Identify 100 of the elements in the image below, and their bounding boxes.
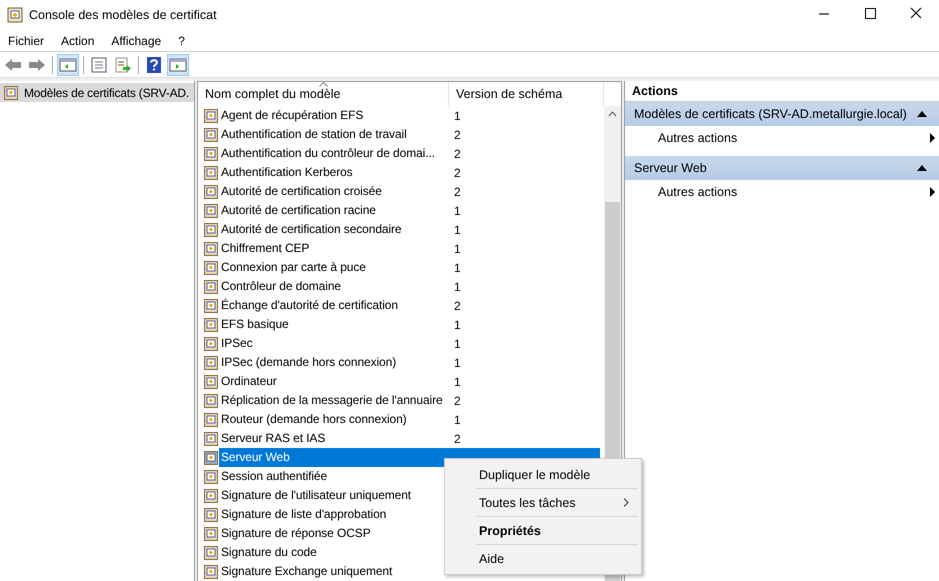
table-row[interactable]: Serveur RAS et IAS 2 bbox=[198, 429, 604, 448]
pane-toggle-icon[interactable] bbox=[57, 54, 79, 76]
certificate-icon bbox=[204, 242, 218, 256]
certificate-icon bbox=[204, 298, 218, 312]
tree-item[interactable]: Modèles de certificats (SRV-AD. bbox=[0, 83, 194, 102]
action-item[interactable]: Autres actions bbox=[625, 180, 939, 204]
certificate-icon bbox=[204, 508, 218, 522]
context-menu-item[interactable]: Toutes les tâches bbox=[445, 489, 641, 516]
menu-item[interactable]: Fichier bbox=[8, 34, 44, 48]
table-row[interactable]: Authentification du contrôleur de domai... 2 bbox=[198, 144, 604, 163]
collapse-icon[interactable] bbox=[917, 165, 927, 171]
table-row[interactable]: Chiffrement CEP 1 bbox=[198, 239, 604, 258]
table-row[interactable]: Autorité de certification secondaire 1 bbox=[198, 220, 604, 239]
column-header[interactable]: Version de schéma bbox=[449, 82, 604, 106]
column-header[interactable]: Nom complet du modèle bbox=[198, 82, 449, 106]
template-name: IPSec (demande hors connexion) bbox=[220, 354, 398, 371]
schema-version: 1 bbox=[453, 318, 461, 332]
certificate-icon bbox=[204, 394, 218, 408]
menu-item[interactable]: Affichage bbox=[111, 34, 162, 48]
template-name: Session authentifiée bbox=[220, 468, 328, 485]
table-row[interactable]: Autorité de certification racine 1 bbox=[198, 201, 604, 220]
schema-version: 1 bbox=[453, 260, 461, 274]
schema-version: 1 bbox=[453, 356, 461, 370]
template-name: Contrôleur de domaine bbox=[220, 278, 342, 295]
table-row[interactable]: Authentification Kerberos 2 bbox=[198, 163, 604, 182]
table-row[interactable]: Agent de récupération EFS 1 bbox=[198, 106, 604, 125]
certificate-icon bbox=[204, 546, 218, 560]
schema-version: 1 bbox=[453, 336, 461, 350]
template-name: Signature de réponse OCSP bbox=[220, 525, 372, 542]
certificate-icon bbox=[204, 470, 218, 484]
certificate-icon bbox=[204, 450, 218, 464]
template-name: Agent de récupération EFS bbox=[220, 107, 364, 124]
schema-version: 1 bbox=[453, 204, 461, 218]
table-row[interactable]: Autorité de certification croisée 2 bbox=[198, 182, 604, 201]
certificate-icon bbox=[4, 86, 18, 100]
template-name: Autorité de certification racine bbox=[220, 202, 377, 219]
context-menu-item[interactable]: Aide bbox=[445, 545, 641, 572]
certificate-icon bbox=[204, 318, 218, 332]
template-name: Ordinateur bbox=[220, 373, 278, 390]
table-row[interactable]: Routeur (demande hors connexion) 1 bbox=[198, 410, 604, 429]
table-row[interactable]: Ordinateur 1 bbox=[198, 372, 604, 391]
table-row[interactable]: Contrôleur de domaine 1 bbox=[198, 277, 604, 296]
certificate-icon bbox=[204, 222, 218, 236]
template-name: EFS basique bbox=[220, 316, 290, 333]
app-icon bbox=[7, 7, 23, 23]
schema-version: 1 bbox=[453, 242, 461, 256]
certificate-icon bbox=[204, 526, 218, 540]
chevron-right-icon bbox=[623, 498, 629, 507]
schema-version: 1 bbox=[453, 108, 461, 122]
certificate-icon bbox=[204, 564, 218, 578]
template-name: Chiffrement CEP bbox=[220, 240, 310, 257]
template-name: Authentification de station de travail bbox=[220, 126, 408, 143]
submenu-arrow-icon bbox=[930, 187, 935, 197]
template-name: Échange d'autorité de certification bbox=[220, 297, 399, 314]
certificate-icon bbox=[204, 146, 218, 160]
certificate-icon bbox=[204, 336, 218, 350]
menu-item[interactable]: ? bbox=[178, 34, 185, 48]
sort-caret-icon bbox=[319, 82, 328, 87]
template-name: Authentification du contrôleur de domai... bbox=[220, 145, 436, 162]
certificate-icon bbox=[204, 412, 218, 426]
template-name: Signature Exchange uniquement bbox=[220, 563, 394, 580]
actions-section-header[interactable]: Serveur Web bbox=[625, 156, 939, 180]
table-row[interactable]: Connexion par carte à puce 1 bbox=[198, 258, 604, 277]
table-row[interactable]: Réplication de la messagerie de l'annuaire 2 bbox=[198, 391, 604, 410]
table-row[interactable]: Authentification de station de travail 2 bbox=[198, 125, 604, 144]
certificate-icon bbox=[204, 374, 218, 388]
action-item[interactable]: Autres actions bbox=[625, 126, 939, 150]
certificate-icon bbox=[204, 128, 218, 142]
context-menu-item[interactable]: Propriétés bbox=[445, 517, 641, 544]
template-name: Authentification Kerberos bbox=[220, 164, 354, 181]
table-row[interactable]: EFS basique 1 bbox=[198, 315, 604, 334]
schema-version: 1 bbox=[453, 222, 461, 236]
template-name: Autorité de certification croisée bbox=[220, 183, 383, 200]
certificate-icon bbox=[204, 108, 218, 122]
schema-version: 2 bbox=[453, 298, 461, 312]
template-name: Signature du code bbox=[220, 544, 318, 561]
pane-toggle-icon[interactable] bbox=[167, 54, 189, 76]
table-row[interactable]: IPSec (demande hors connexion) 1 bbox=[198, 353, 604, 372]
template-name: Signature de liste d'approbation bbox=[220, 506, 388, 523]
certificate-icon bbox=[204, 488, 218, 502]
schema-version: 2 bbox=[453, 394, 461, 408]
certificate-icon bbox=[204, 204, 218, 218]
menu-item[interactable]: Action bbox=[61, 34, 94, 48]
template-name: Signature de l'utilisateur uniquement bbox=[220, 487, 412, 504]
schema-version: 1 bbox=[453, 412, 461, 426]
window-title: Console des modèles de certificat bbox=[29, 8, 218, 22]
template-name: Connexion par carte à puce bbox=[220, 259, 367, 276]
template-name: Routeur (demande hors connexion) bbox=[220, 411, 408, 428]
certificate-icon bbox=[204, 280, 218, 294]
table-row[interactable]: Échange d'autorité de certification 2 bbox=[198, 296, 604, 315]
schema-version: 2 bbox=[453, 146, 461, 160]
collapse-icon[interactable] bbox=[917, 111, 927, 117]
schema-version: 2 bbox=[453, 184, 461, 198]
certificate-icon bbox=[204, 184, 218, 198]
schema-version: 2 bbox=[453, 166, 461, 180]
certificate-icon bbox=[204, 166, 218, 180]
template-name: IPSec bbox=[220, 335, 254, 352]
actions-section-header[interactable]: Modèles de certificats (SRV-AD.metallurgie.local) bbox=[625, 102, 939, 126]
table-row[interactable]: IPSec 1 bbox=[198, 334, 604, 353]
template-name: Autorité de certification secondaire bbox=[220, 221, 403, 238]
